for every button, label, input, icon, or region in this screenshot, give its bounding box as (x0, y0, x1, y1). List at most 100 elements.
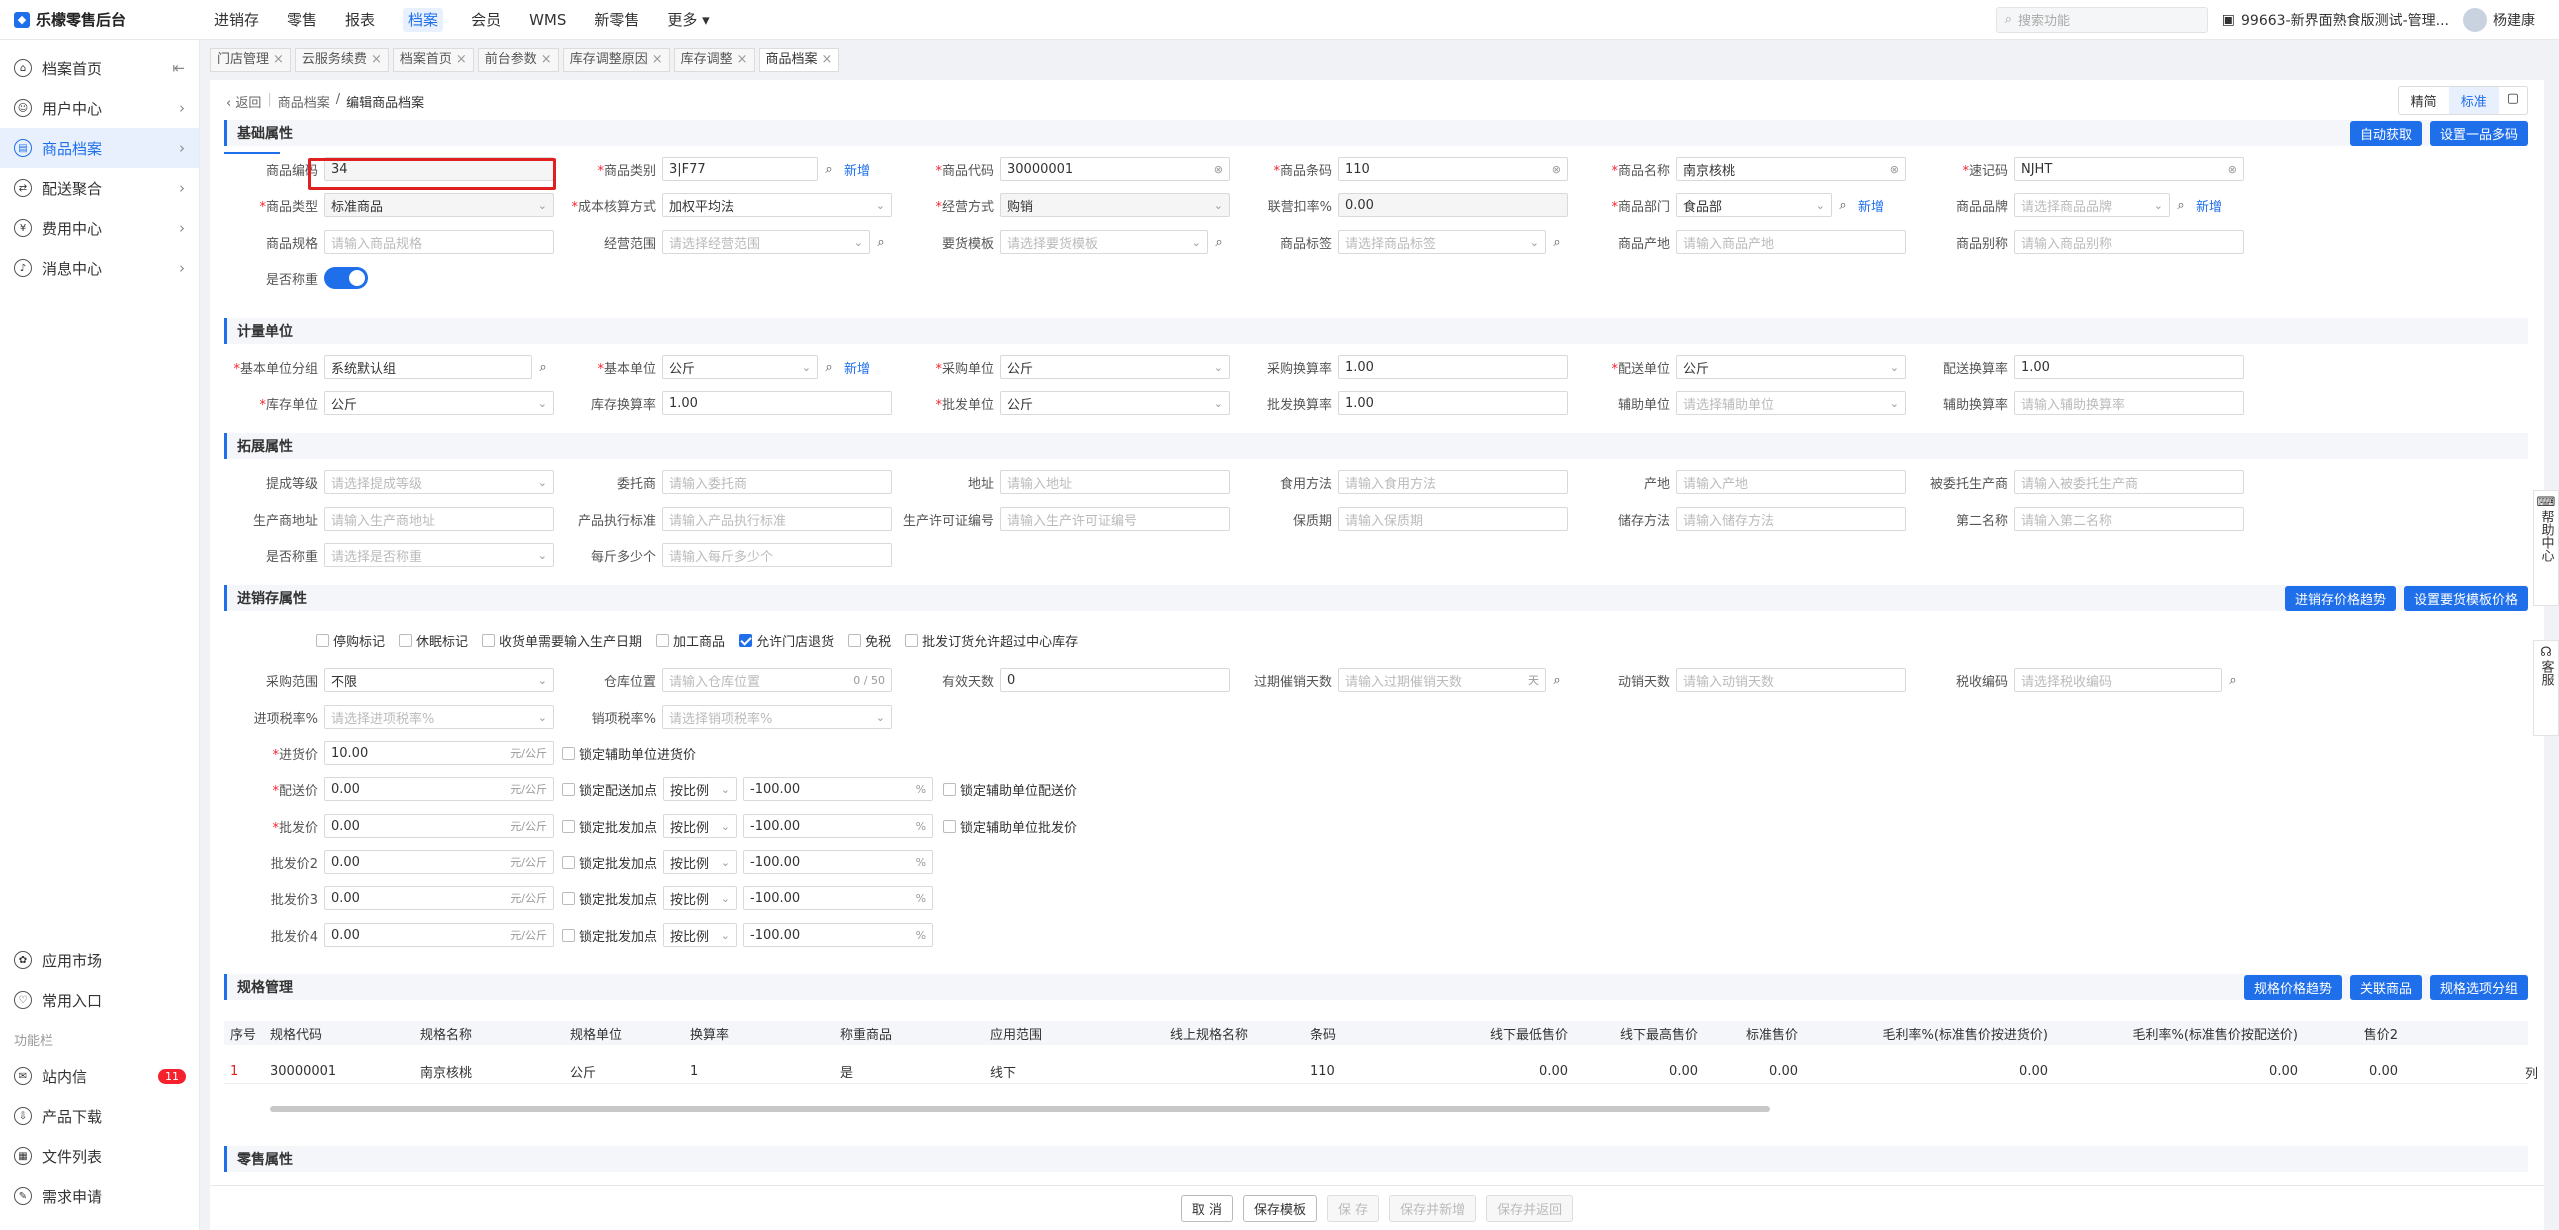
lock-aux-checkbox[interactable]: 锁定辅助单位批发价 (943, 817, 1077, 836)
input-ext-r1-1[interactable]: 请输入委托商 (662, 470, 892, 494)
search-icon[interactable]: ⌕ (818, 162, 840, 177)
input-basic-r3-3[interactable]: 请选择商品标签 ⌄ (1338, 230, 1546, 254)
input-inv-r2-0[interactable]: 请选择进项税率% ⌄ (324, 705, 554, 729)
search-icon[interactable]: ⌕ (818, 360, 840, 375)
input-inv-r1-4[interactable]: 请输入动销天数 (1676, 668, 1906, 692)
input-ext-r1-3[interactable]: 请输入食用方法 (1338, 470, 1568, 494)
input-ext-r2-2[interactable]: 请输入生产许可证编号 (1000, 507, 1230, 531)
view-standard[interactable]: 标准 (2448, 87, 2499, 114)
search-icon[interactable]: ⌕ (1832, 198, 1854, 213)
input-ext-r2-4[interactable]: 请输入储存方法 (1676, 507, 1906, 531)
input-unit-r2-4[interactable]: 请选择辅助单位 ⌄ (1676, 391, 1906, 415)
view-simple[interactable]: 精简 (2399, 87, 2449, 114)
clear-icon[interactable]: ⊗ (1890, 163, 1899, 176)
input-unit-r2-0[interactable]: 公斤 ⌄ (324, 391, 554, 415)
table-row[interactable]: 1 30000001 南京核桃 公斤 1 是 线下 110 0.00 0.00 0.00 0.00 0.… (224, 1060, 2528, 1084)
close-icon[interactable]: × (541, 49, 552, 71)
input-unit-r2-1[interactable]: 1.00 (662, 391, 892, 415)
help-center[interactable]: ⌨ 帮助中心 (2533, 490, 2559, 606)
topnav-item-5[interactable]: WMS (515, 0, 580, 40)
input-inv-r1-0[interactable]: 不限 ⌄ (324, 668, 554, 692)
breadcrumb-parent[interactable]: 商品档案 (278, 92, 330, 111)
topnav-item-3[interactable]: 档案 (389, 0, 457, 40)
add-new-link[interactable]: 新增 (840, 160, 870, 179)
sidebar-item-5[interactable]: ♪ 消息中心 › (0, 248, 199, 288)
search-icon[interactable]: ⌕ (1208, 235, 1230, 250)
lock-aux-checkbox[interactable]: 锁定辅助单位配送价 (943, 780, 1077, 799)
tab-0[interactable]: 门店管理 × (210, 48, 291, 72)
percent-input[interactable]: -100.00% (743, 777, 934, 801)
close-icon[interactable]: × (737, 49, 748, 71)
column-settings[interactable]: 列 (2525, 1063, 2538, 1082)
clear-icon[interactable]: ⊗ (2228, 163, 2237, 176)
mode-select[interactable]: 按比例 ⌄ (663, 923, 738, 947)
percent-input[interactable]: -100.00% (743, 814, 934, 838)
price-input[interactable]: 0.00 元/公斤 (324, 886, 554, 910)
input-ext-r1-4[interactable]: 请输入产地 (1676, 470, 1906, 494)
input-basic-r3-2[interactable]: 请选择要货模板 ⌄ (1000, 230, 1208, 254)
input-ext-r3-0[interactable]: 请选择是否称重 ⌄ (324, 543, 554, 567)
input-basic-r3-5[interactable]: 请输入商品别称 (2014, 230, 2244, 254)
percent-input[interactable]: -100.00% (743, 886, 934, 910)
layout-icon[interactable]: ▢ (2499, 87, 2527, 114)
percent-input[interactable]: -100.00% (743, 850, 934, 874)
checkbox-4[interactable]: 允许门店退货 (739, 631, 834, 650)
user-menu[interactable]: 杨建康 (2463, 7, 2535, 32)
input-basic-r3-1[interactable]: 请选择经营范围 ⌄ (662, 230, 870, 254)
checkbox-3[interactable]: 加工商品 (656, 631, 725, 650)
tab-5[interactable]: 库存调整 × (673, 48, 755, 72)
input-basic-r3-0[interactable]: 请输入商品规格 (324, 230, 554, 254)
sidebar-bottom-1[interactable]: ♡ 常用入口 (0, 980, 200, 1020)
sidebar-func-2[interactable]: ▦ 文件列表 (0, 1136, 200, 1176)
sidebar-item-0[interactable]: ⌂ 档案首页 ⇤ (0, 48, 199, 88)
input-inv-r1-2[interactable]: 0 (1000, 668, 1230, 692)
app-logo[interactable]: ◆ 乐檬零售后台 (0, 9, 200, 30)
mode-select[interactable]: 按比例 ⌄ (663, 850, 738, 874)
input-ext-r1-5[interactable]: 请输入被委托生产商 (2014, 470, 2244, 494)
sidebar-item-4[interactable]: ¥ 费用中心 › (0, 208, 199, 248)
input-ext-r1-2[interactable]: 请输入地址 (1000, 470, 1230, 494)
input-basic-r1-3[interactable]: 110 ⊗ (1338, 157, 1568, 181)
input-unit-r2-2[interactable]: 公斤 ⌄ (1000, 391, 1230, 415)
topnav-item-7[interactable]: 更多 ▾ (653, 0, 723, 40)
price-input[interactable]: 0.00 元/公斤 (324, 850, 554, 874)
input-ext-r2-0[interactable]: 请输入生产商地址 (324, 507, 554, 531)
lock-checkbox[interactable]: 锁定批发加点 (562, 889, 657, 908)
topnav-item-2[interactable]: 报表 (331, 0, 389, 40)
function-search[interactable]: ⌕ 搜索功能 (1995, 6, 2208, 33)
store-selector[interactable]: ▣ 99663-新界面熟食版测试-管理... (2222, 10, 2449, 30)
input-unit-r2-5[interactable]: 请输入辅助换算率 (2014, 391, 2244, 415)
input-basic-r2-1[interactable]: 加权平均法 ⌄ (662, 193, 892, 217)
input-unit-r2-3[interactable]: 1.00 (1338, 391, 1568, 415)
input-unit-r1-5[interactable]: 1.00 (2014, 355, 2244, 379)
footer-button-4[interactable]: 保存并返回 (1486, 1194, 1574, 1222)
footer-button-2[interactable]: 保 存 (1326, 1194, 1380, 1222)
inv_buttons-0[interactable]: 进销存价格趋势 (2284, 585, 2396, 611)
lock-checkbox[interactable]: 锁定辅助单位进货价 (562, 744, 696, 763)
checkbox-0[interactable]: 停购标记 (316, 631, 385, 650)
footer-button-0[interactable]: 取 消 (1180, 1194, 1233, 1222)
close-icon[interactable]: × (652, 49, 663, 71)
sidebar-func-0[interactable]: ✉ 站内信 11 (0, 1056, 200, 1096)
lock-checkbox[interactable]: 锁定批发加点 (562, 926, 657, 945)
input-basic-r2-2[interactable]: 购销 ⌄ (1000, 193, 1230, 217)
horizontal-scrollbar[interactable] (270, 1106, 1770, 1112)
checkbox-6[interactable]: 批发订货允许超过中心库存 (905, 631, 1078, 650)
clear-icon[interactable]: ⊗ (1214, 163, 1223, 176)
input-basic-r2-5[interactable]: 请选择商品品牌 ⌄ (2014, 193, 2170, 217)
mode-select[interactable]: 按比例 ⌄ (663, 886, 738, 910)
back-link[interactable]: ‹ 返回 (226, 92, 261, 111)
input-ext-r2-1[interactable]: 请输入产品执行标准 (662, 507, 892, 531)
sidebar-bottom-0[interactable]: ✿ 应用市场 (0, 940, 200, 980)
input-unit-r1-1[interactable]: 公斤 ⌄ (662, 355, 818, 379)
sidebar-item-2[interactable]: ▤ 商品档案 › (0, 128, 199, 168)
price-input[interactable]: 0.00 元/公斤 (324, 777, 554, 801)
sidebar-item-3[interactable]: ⇄ 配送聚合 › (0, 168, 199, 208)
close-icon[interactable]: × (822, 49, 833, 71)
topnav-item-0[interactable]: 进销存 (200, 0, 273, 40)
checkbox-2[interactable]: 收货单需要输入生产日期 (482, 631, 642, 650)
lock-checkbox[interactable]: 锁定配送加点 (562, 780, 657, 799)
close-icon[interactable]: × (371, 49, 382, 71)
sidebar-item-1[interactable]: ☺ 用户中心 › (0, 88, 199, 128)
input-ext-r2-3[interactable]: 请输入保质期 (1338, 507, 1568, 531)
